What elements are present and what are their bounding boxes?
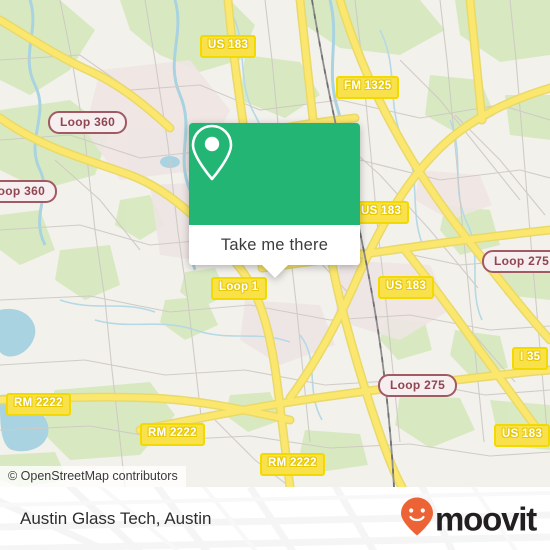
footer-bar: Austin Glass Tech, Austin moovit [0,487,550,550]
moovit-wordmark: moovit [435,500,537,537]
moovit-logo[interactable]: moovit [400,496,537,541]
location-popup-bubble[interactable]: Take me there [189,123,360,278]
map-attribution[interactable]: © OpenStreetMap contributors [0,466,186,487]
road-label-us-183-mid: US 183 [353,201,410,224]
place-title: Austin Glass Tech, Austin [20,508,212,528]
take-me-there-label: Take me there [220,235,329,254]
road-label-loop-1: Loop 1 [211,277,267,300]
road-label-us-183-north: US 183 [200,35,257,58]
road-label-loop-275-sw: Loop 275 [378,374,458,397]
road-label-rm-2222-west: RM 2222 [6,393,71,416]
road-label-us-183-center: US 183 [378,276,435,299]
popup-image-panel [189,123,360,225]
moovit-map-screenshot: US 183 FM 1325 Loop 360 Loop 360 US 183 … [0,0,550,550]
road-label-loop-275-ne: Loop 275 [482,250,550,273]
road-label-loop-360-edge: Loop 360 [0,180,58,203]
road-label-rm-2222-mid: RM 2222 [140,423,205,446]
road-label-us-183-south: US 183 [494,424,550,447]
moovit-pin-smiley-icon [400,496,434,541]
map-canvas[interactable]: US 183 FM 1325 Loop 360 Loop 360 US 183 … [0,0,550,487]
take-me-there-button[interactable]: Take me there [189,225,360,265]
popup-tail [260,264,289,278]
road-label-rm-2222-south: RM 2222 [260,453,325,476]
road-label-loop-360: Loop 360 [48,111,128,134]
road-label-i-35: I 35 [512,347,549,370]
road-label-fm-1325: FM 1325 [336,76,400,99]
